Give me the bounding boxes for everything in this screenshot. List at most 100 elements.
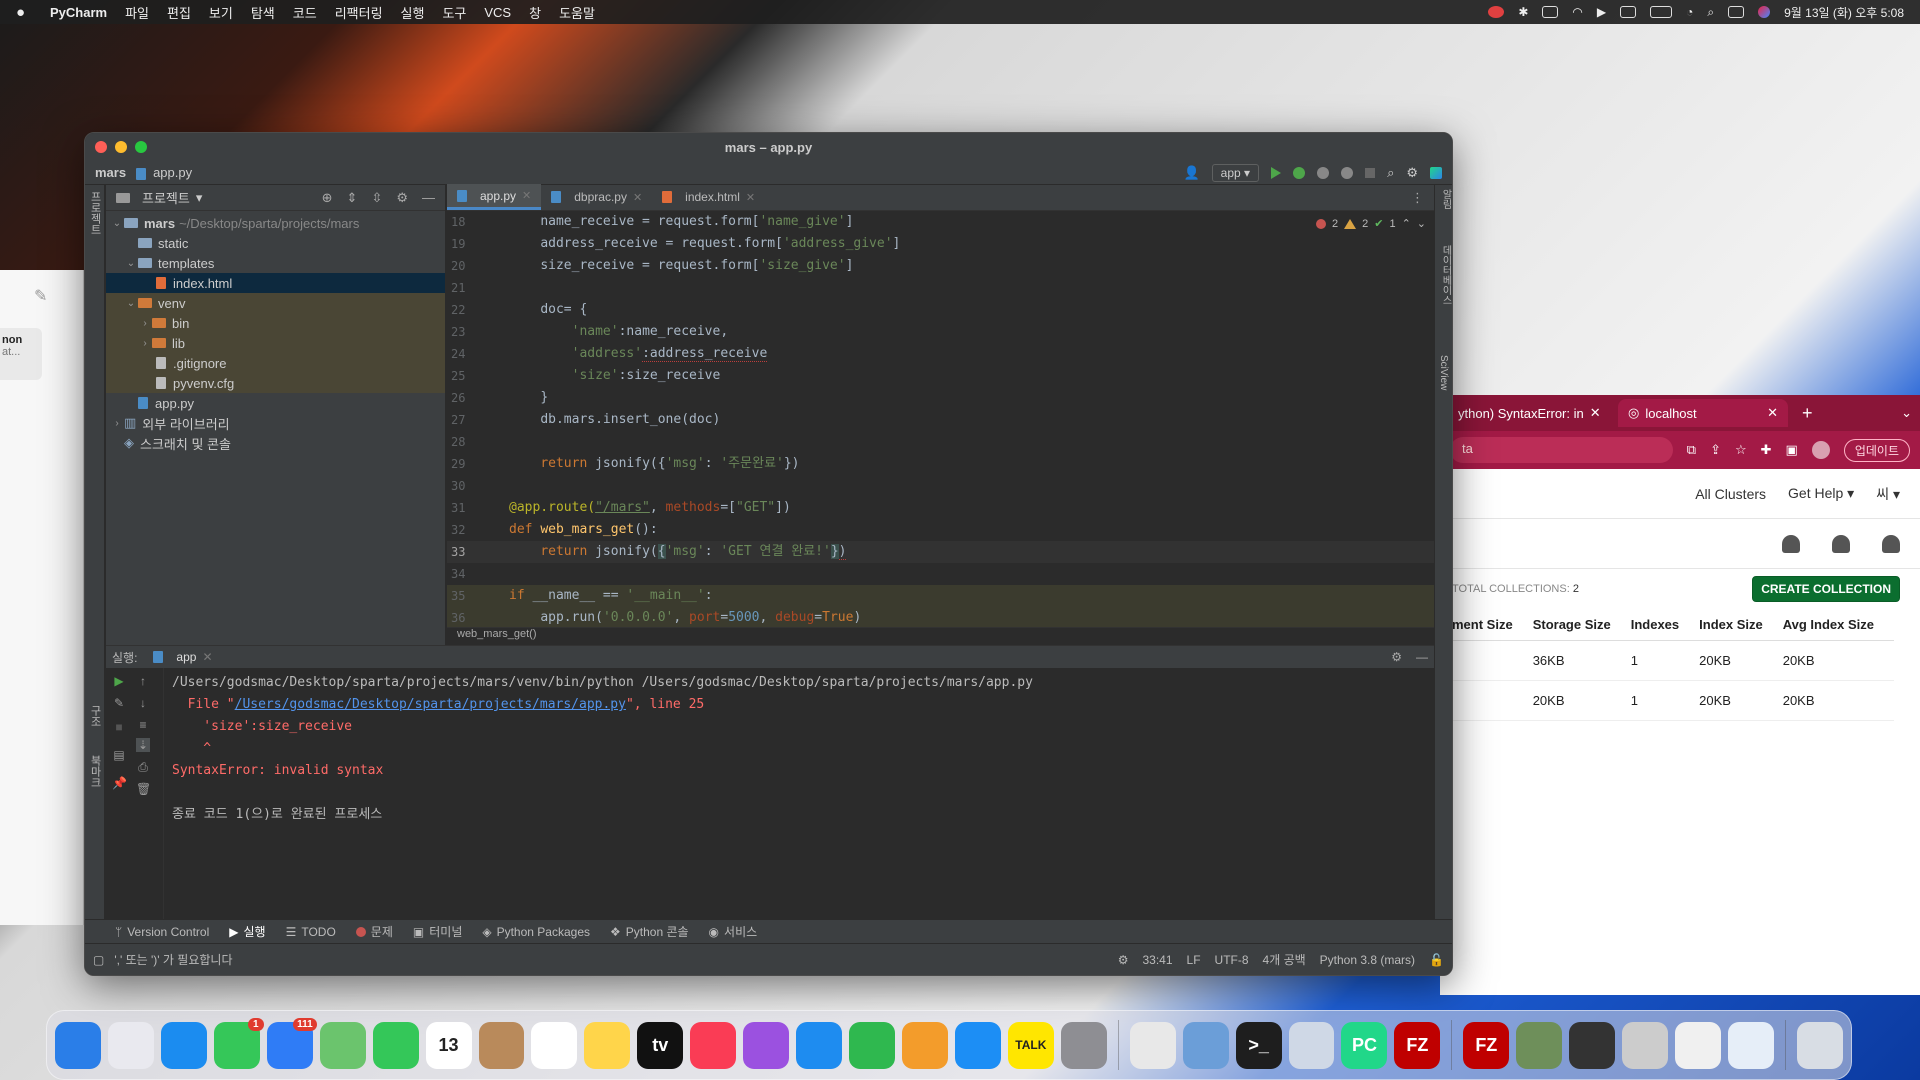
menu-app-name[interactable]: PyCharm <box>50 5 107 20</box>
menu-window[interactable]: 창 <box>529 3 541 22</box>
tree-item-gitignore[interactable]: .gitignore <box>106 353 445 373</box>
dock-rocket-icon[interactable] <box>1288 1021 1335 1069</box>
dock-tv-icon[interactable]: tv <box>637 1021 684 1069</box>
code-line[interactable]: 30 <box>447 475 1434 497</box>
nav-file[interactable]: app.py <box>136 165 192 180</box>
new-tab-icon[interactable]: + <box>1802 403 1813 424</box>
traceback-file-link[interactable]: /Users/godsmac/Desktop/sparta/projects/m… <box>235 697 626 712</box>
column-header[interactable]: Indexes <box>1630 609 1700 641</box>
code-line[interactable]: 23 'name':name_receive, <box>447 321 1434 343</box>
control-center-icon[interactable] <box>1728 6 1745 18</box>
add-user-icon[interactable] <box>1782 534 1800 553</box>
status-message[interactable]: ',' 또는 ')' 가 필요합니다 <box>114 951 232 968</box>
dock-filezilla-2-icon[interactable]: FZ <box>1463 1021 1510 1069</box>
code-line[interactable]: 27 db.mars.insert_one(doc) <box>447 409 1434 431</box>
dock-notes-icon[interactable] <box>584 1021 631 1069</box>
tree-item-mars[interactable]: ⌄ mars ~/Desktop/sparta/projects/mars <box>106 213 445 233</box>
column-header[interactable]: Avg Index Size <box>1782 609 1894 641</box>
collapse-all-icon[interactable]: ⇳ <box>371 190 382 206</box>
code-line[interactable]: 19 address_receive = request.form['addre… <box>447 233 1434 255</box>
dock-app-store-icon[interactable] <box>954 1021 1001 1069</box>
tool-python-console[interactable]: ❖ Python 콘솔 <box>610 923 689 940</box>
keyboard-icon[interactable] <box>1620 6 1637 18</box>
star-icon[interactable]: ☆ <box>1735 442 1747 458</box>
all-clusters-link[interactable]: All Clusters <box>1695 486 1766 502</box>
apple-menu-icon[interactable]: ● <box>16 4 36 21</box>
chevron-down-icon[interactable]: ▾ <box>196 190 203 206</box>
dock-window-1-icon[interactable] <box>1516 1021 1563 1069</box>
dock-pages-icon[interactable] <box>902 1021 948 1069</box>
dock-messages-icon[interactable]: 1 <box>213 1017 264 1069</box>
tool-services[interactable]: ◉ 서비스 <box>709 923 758 940</box>
dock-mail-icon[interactable]: 111 <box>266 1017 317 1069</box>
stop-icon[interactable] <box>1365 167 1376 178</box>
project-tool-tab[interactable]: 프로젝트 <box>87 191 103 235</box>
bookmarks-tool-tab[interactable]: 북마크 <box>87 755 103 788</box>
profile-avatar[interactable] <box>1811 441 1830 459</box>
tree-item-templates[interactable]: ⌄ templates <box>106 253 445 273</box>
pin-icon[interactable]: 📌 <box>112 776 127 790</box>
tree-item-static[interactable]: static <box>106 233 445 253</box>
menu-refactor[interactable]: 리팩터링 <box>335 3 383 22</box>
play-icon[interactable]: ▶ <box>1597 5 1606 19</box>
code-line[interactable]: 31 @app.route("/mars", methods=["GET"]) <box>447 497 1434 519</box>
project-panel-title[interactable]: 프로젝트 <box>142 188 190 207</box>
dock-pycharm-icon[interactable]: PC <box>1341 1021 1388 1069</box>
column-header[interactable]: Storage Size <box>1532 609 1631 641</box>
dock-system-preferences-icon[interactable] <box>1060 1021 1107 1069</box>
code-line[interactable]: 35 if __name__ == '__main__': <box>447 585 1434 607</box>
wrench-icon[interactable]: ✎ <box>112 696 126 710</box>
display-icon[interactable] <box>1542 6 1559 18</box>
tree-item-app-py[interactable]: app.py <box>106 393 445 413</box>
update-button[interactable]: 업데이트 <box>1843 438 1910 462</box>
close-icon[interactable]: ✕ <box>1590 405 1601 421</box>
sciview-tool-tab[interactable]: SciView <box>1438 355 1449 390</box>
tree-item-scratches[interactable]: ◈ 스크래치 및 콘솔 <box>106 433 445 453</box>
notifications-tool-tab[interactable]: 알림 <box>1438 189 1452 209</box>
dock-trash-icon[interactable] <box>1796 1021 1843 1069</box>
close-window-button[interactable] <box>95 141 107 153</box>
dock-numbers-icon[interactable] <box>849 1021 895 1069</box>
user-icon[interactable]: 👤 <box>1183 165 1199 181</box>
menu-edit[interactable]: 편집 <box>167 3 191 22</box>
tree-item-pyvenv-cfg[interactable]: pyvenv.cfg <box>106 373 445 393</box>
tree-item-lib[interactable]: › lib <box>106 333 445 353</box>
minimize-window-button[interactable] <box>115 141 127 153</box>
user-settings-icon[interactable] <box>1832 534 1850 553</box>
rerun-icon[interactable]: ▶ <box>112 674 126 688</box>
dock-safari-icon[interactable] <box>160 1021 207 1069</box>
python-interpreter[interactable]: Python 3.8 (mars) <box>1320 953 1415 967</box>
dock-finder-icon[interactable] <box>55 1021 101 1069</box>
tab-index-html[interactable]: index.html ✕ <box>652 184 765 210</box>
tool-run[interactable]: ▶ 실행 <box>229 923 265 940</box>
dock-music-icon[interactable] <box>690 1021 737 1069</box>
tool-todo[interactable]: ☰ TODO <box>286 925 336 939</box>
code-line[interactable]: 28 <box>447 431 1434 453</box>
create-collection-button[interactable]: CREATE COLLECTION <box>1752 576 1900 602</box>
scroll-to-end-icon[interactable]: ⇣ <box>136 738 150 752</box>
indent-setting[interactable]: 4개 공백 <box>1263 951 1306 968</box>
zoom-window-button[interactable] <box>135 141 147 153</box>
chevron-down-icon[interactable]: ⌄ <box>1901 405 1912 421</box>
dock-launchpad-icon[interactable] <box>107 1021 154 1069</box>
caret-position[interactable]: 33:41 <box>1142 953 1172 967</box>
dock-filezilla-icon[interactable]: FZ <box>1394 1021 1441 1069</box>
table-row[interactable]: 36KB 1 20KB 20KB <box>1452 640 1894 681</box>
compose-icon[interactable]: ✎ <box>34 286 47 306</box>
dock-preview-icon[interactable] <box>1182 1021 1229 1069</box>
coverage-icon[interactable] <box>1317 166 1330 179</box>
menu-navigate[interactable]: 탐색 <box>251 3 275 22</box>
file-encoding[interactable]: UTF-8 <box>1215 953 1249 967</box>
battery-icon[interactable] <box>1650 6 1673 18</box>
table-row[interactable]: 20KB 1 20KB 20KB <box>1452 680 1894 721</box>
tree-item-external-libraries[interactable]: › ▥ 외부 라이브러리 <box>106 413 445 433</box>
dock-facetime-icon[interactable] <box>372 1021 419 1069</box>
dock-window-5-icon[interactable] <box>1728 1021 1774 1069</box>
close-icon[interactable]: ✕ <box>1767 405 1778 421</box>
soft-wrap-icon[interactable]: ≡ <box>136 718 150 732</box>
dock-keynote-icon[interactable] <box>796 1021 843 1069</box>
stop-icon[interactable]: ■ <box>112 720 126 734</box>
code-line[interactable]: 18 name_receive = request.form['name_giv… <box>447 211 1434 233</box>
tool-problems[interactable]: 문제 <box>355 923 393 940</box>
code-line-current[interactable]: 33 return jsonify({'msg': 'GET 연결 완료!'}) <box>447 541 1434 563</box>
